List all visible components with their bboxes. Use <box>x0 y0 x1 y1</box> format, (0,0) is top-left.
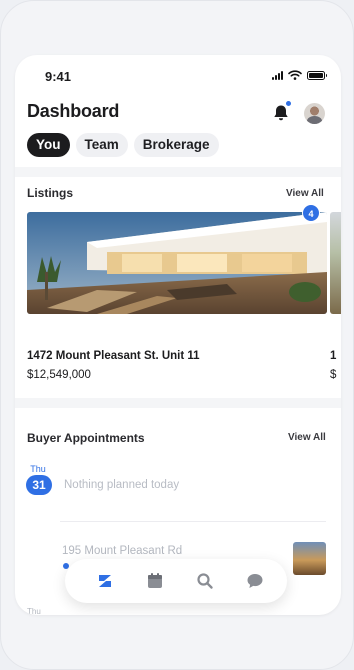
bottom-nav <box>65 559 287 603</box>
notification-dot <box>285 100 292 107</box>
tab-team[interactable]: Team <box>75 133 128 157</box>
listing-price-next: $ <box>330 369 337 381</box>
listing-photo[interactable] <box>27 212 327 314</box>
tab-brokerage[interactable]: Brokerage <box>133 133 219 157</box>
appointments-section-title: Buyer Appointments <box>27 431 145 445</box>
app-screen: 9:41 Dashboard You Team Brokerage Listin… <box>15 55 341 615</box>
status-bar: 9:41 <box>15 55 341 95</box>
device-frame: 9:41 Dashboard You Team Brokerage Listin… <box>0 0 354 670</box>
appointments-view-all-link[interactable]: View All <box>288 432 326 443</box>
search-icon[interactable] <box>195 571 215 591</box>
listing-address-next[interactable]: 1 <box>330 350 336 362</box>
empty-state-text: Nothing planned today <box>64 479 180 491</box>
wifi-icon <box>288 70 302 80</box>
listing-price: $12,549,000 <box>27 369 91 381</box>
listings-section-title: Listings <box>27 186 74 200</box>
listing-photo-next[interactable] <box>330 212 341 314</box>
tab-you[interactable]: You <box>27 133 70 157</box>
signal-icon <box>272 70 283 80</box>
status-time: 9:41 <box>45 69 72 84</box>
appointment-divider <box>60 521 326 522</box>
dashboard-icon[interactable] <box>95 571 115 591</box>
calendar-icon[interactable] <box>145 571 165 591</box>
section-divider <box>15 167 341 177</box>
appointment-address[interactable]: 195 Mount Pleasant Rd <box>62 545 182 557</box>
date-badge[interactable]: 31 <box>26 475 52 495</box>
next-day-label: Thu <box>27 607 41 615</box>
chat-icon[interactable] <box>245 571 265 591</box>
page-title: Dashboard <box>27 101 120 121</box>
appointment-thumbnail[interactable] <box>293 542 326 575</box>
listings-view-all-link[interactable]: View All <box>286 188 324 199</box>
listing-address[interactable]: 1472 Mount Pleasant St. Unit 11 <box>27 350 200 362</box>
battery-icon <box>307 70 327 80</box>
scope-tabs: You Team Brokerage <box>27 133 219 157</box>
section-divider <box>15 398 341 408</box>
day-label: Thu <box>30 464 46 474</box>
avatar[interactable] <box>304 103 325 124</box>
listings-count-badge: 4 <box>302 204 320 222</box>
status-icons <box>272 70 327 80</box>
